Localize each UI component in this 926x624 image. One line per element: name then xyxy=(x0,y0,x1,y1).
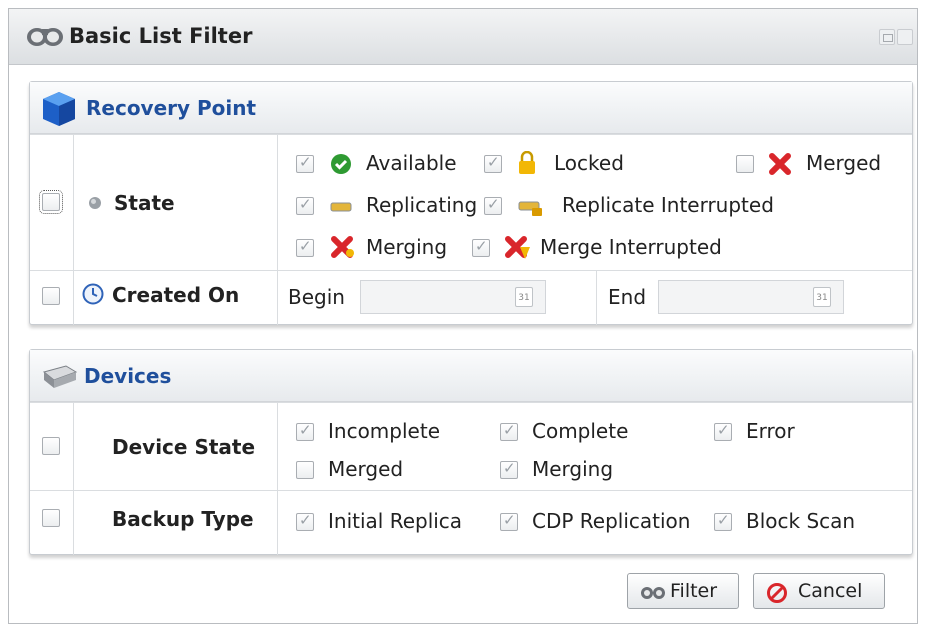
lock-icon xyxy=(519,151,535,174)
merging-label: Merging xyxy=(366,235,448,259)
complete-checkbox[interactable] xyxy=(500,421,518,441)
state-label: State xyxy=(114,191,175,215)
basic-list-filter-dialog: Basic List Filter Recovery Point State ✓… xyxy=(8,8,918,624)
backup-type-row: Backup Type Initial Replica CDP Replicat… xyxy=(30,490,912,555)
cancel-button[interactable]: Cancel xyxy=(753,573,885,609)
end-calendar-icon[interactable]: 31 xyxy=(813,287,831,307)
merge-interrupted-icon xyxy=(505,236,530,259)
complete-label: Complete xyxy=(532,419,629,443)
available-checkbox[interactable] xyxy=(296,153,314,173)
replicating-label: Replicating xyxy=(366,193,478,217)
close-icon[interactable] xyxy=(897,29,913,45)
recovery-point-title: Recovery Point xyxy=(86,96,257,120)
end-date-input[interactable]: 31 xyxy=(658,280,844,314)
merging-checkbox[interactable] xyxy=(296,237,314,257)
replicate-interrupted-label: Replicate Interrupted xyxy=(562,193,774,217)
block-scan-checkbox[interactable] xyxy=(714,511,732,531)
merged-label: Merged xyxy=(806,151,882,175)
cancel-button-label: Cancel xyxy=(798,580,863,602)
block-scan-label: Block Scan xyxy=(746,509,856,533)
binoculars-icon xyxy=(641,587,665,599)
filter-button[interactable]: Filter xyxy=(627,573,739,609)
backup-type-filter-checkbox[interactable] xyxy=(42,509,60,527)
created-on-label: Created On xyxy=(112,283,240,307)
incomplete-label: Incomplete xyxy=(328,419,440,443)
device-state-row: Device State Incomplete Complete Error M… xyxy=(30,402,912,490)
cdp-replication-label: CDP Replication xyxy=(532,509,691,533)
device-state-filter-checkbox[interactable] xyxy=(42,437,60,455)
cancel-icon xyxy=(767,583,787,603)
dialog-title: Basic List Filter xyxy=(69,24,253,48)
binoculars-icon xyxy=(27,28,63,46)
merge-interrupted-label: Merge Interrupted xyxy=(540,235,722,259)
devices-title: Devices xyxy=(84,364,172,388)
device-merging-label: Merging xyxy=(532,457,614,481)
dialog-titlebar[interactable]: Basic List Filter xyxy=(9,9,917,65)
begin-date-input[interactable]: 31 xyxy=(360,280,546,314)
created-on-filter-checkbox[interactable] xyxy=(42,287,60,305)
initial-replica-label: Initial Replica xyxy=(328,509,463,533)
state-row: State Available Locked Mer xyxy=(30,134,912,270)
state-bullet-icon xyxy=(89,197,101,209)
devices-header: Devices xyxy=(30,350,912,402)
clock-icon xyxy=(82,283,104,305)
device-merged-label: Merged xyxy=(328,457,404,481)
locked-checkbox[interactable] xyxy=(484,153,502,173)
begin-label: Begin xyxy=(288,285,345,309)
locked-label: Locked xyxy=(554,151,624,175)
devices-panel: Devices Device State Incomplete Complete… xyxy=(29,349,913,555)
device-merging-checkbox[interactable] xyxy=(500,459,518,479)
begin-calendar-icon[interactable]: 31 xyxy=(515,287,533,307)
backup-type-label: Backup Type xyxy=(112,507,254,531)
state-filter-checkbox[interactable] xyxy=(39,190,63,214)
disk-drive-icon xyxy=(42,365,78,388)
error-checkbox[interactable] xyxy=(714,421,732,441)
replicating-icon xyxy=(330,202,352,212)
maximize-icon[interactable] xyxy=(879,29,895,45)
recovery-point-panel: Recovery Point State Available xyxy=(29,81,913,325)
initial-replica-checkbox[interactable] xyxy=(296,511,314,531)
red-x-icon xyxy=(769,153,791,175)
end-label: End xyxy=(608,285,647,309)
device-state-label: Device State xyxy=(112,435,256,459)
blue-cube-icon xyxy=(43,92,75,126)
available-label: Available xyxy=(366,151,457,175)
merged-checkbox[interactable] xyxy=(736,155,754,173)
error-label: Error xyxy=(746,419,795,443)
replicating-checkbox[interactable] xyxy=(296,195,314,215)
merging-icon xyxy=(331,236,354,258)
replicate-interrupted-icon xyxy=(518,201,542,216)
device-merged-checkbox[interactable] xyxy=(296,461,314,479)
cdp-replication-checkbox[interactable] xyxy=(500,511,518,531)
merge-interrupted-checkbox[interactable] xyxy=(472,237,490,257)
recovery-point-header: Recovery Point xyxy=(30,82,912,134)
incomplete-checkbox[interactable] xyxy=(296,421,314,441)
created-on-row: Created On Begin 31 End 31 xyxy=(30,270,912,325)
replicate-interrupted-checkbox[interactable] xyxy=(484,195,502,215)
check-circle-icon xyxy=(331,154,351,174)
filter-button-label: Filter xyxy=(670,580,718,602)
